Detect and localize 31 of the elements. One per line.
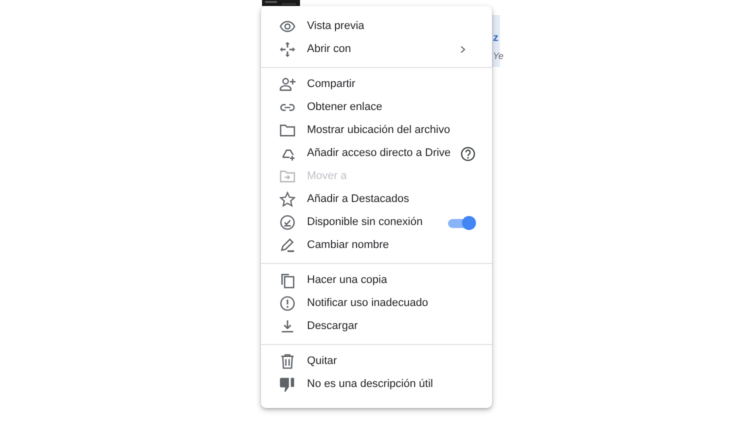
star-icon [279, 191, 296, 208]
copy-icon [279, 272, 296, 289]
trash-icon [279, 353, 296, 370]
download-icon [279, 318, 296, 335]
person-plus-icon [279, 76, 296, 93]
menu-item[interactable]: Descargar [261, 315, 492, 338]
eye-icon [279, 18, 296, 35]
menu-item[interactable]: Abrir con [261, 38, 492, 61]
side-panel-text: z [493, 31, 500, 46]
menu-item[interactable]: Obtener enlace [261, 96, 492, 119]
toggle-switch[interactable] [448, 216, 476, 230]
menu-item[interactable]: Vista previa [261, 15, 492, 38]
menu-item[interactable]: Añadir acceso directo a Drive [261, 142, 492, 165]
menu-item[interactable]: Hacer una copia [261, 269, 492, 292]
menu-item[interactable]: Mostrar ubicación del archivo [261, 119, 492, 142]
circle-check-icon [279, 214, 296, 231]
chevron-right-icon [460, 45, 466, 54]
four-arrows-icon [279, 41, 296, 58]
menu-item[interactable]: Disponible sin conexión [261, 211, 492, 234]
menu-item[interactable]: Notificar uso inadecuado [261, 292, 492, 315]
thumbs-down-icon [279, 376, 296, 393]
menu-item[interactable]: Quitar [261, 350, 492, 373]
menu-item[interactable]: Añadir a Destacados [261, 188, 492, 211]
pencil-icon [279, 237, 296, 254]
menu-item[interactable]: No es una descripción útil [261, 373, 492, 396]
exclamation-circle-icon [279, 295, 296, 312]
folder-arrow-icon [279, 168, 296, 185]
menu-item[interactable]: Cambiar nombre [261, 234, 492, 257]
help-icon[interactable] [460, 146, 476, 162]
folder-icon [279, 122, 296, 139]
menu-item[interactable]: Compartir [261, 73, 492, 96]
